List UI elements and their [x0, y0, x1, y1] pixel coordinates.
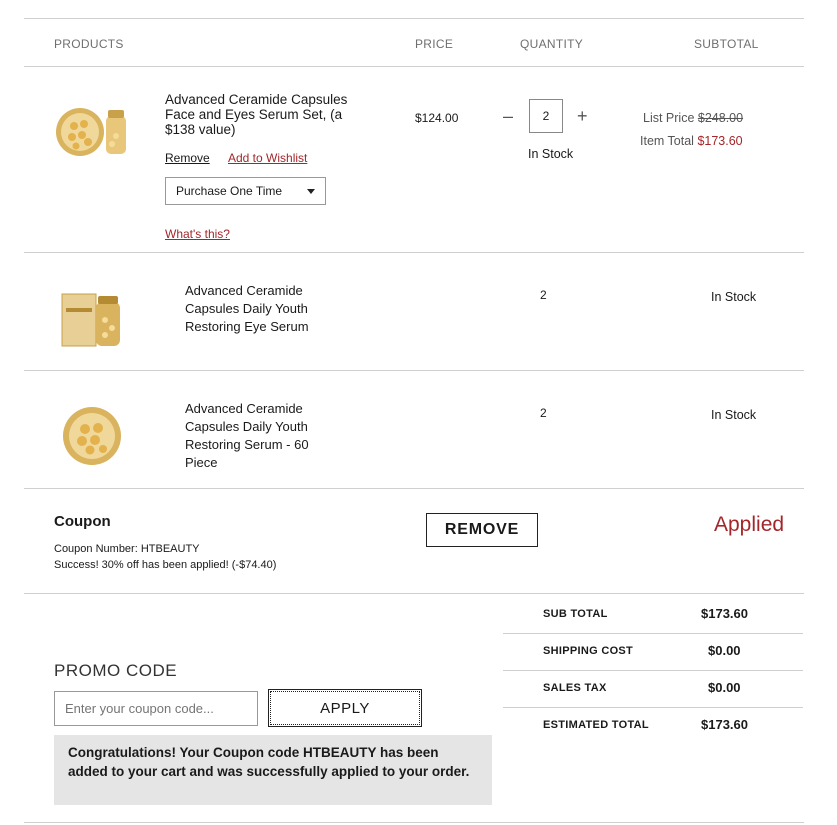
item-quantity: 2 — [540, 406, 547, 420]
summary-value: $173.60 — [701, 717, 748, 732]
add-to-wishlist-link[interactable]: Add to Wishlist — [228, 151, 307, 165]
summary-row-subtotal: SUB TOTAL $173.60 — [503, 596, 803, 633]
promo-title: PROMO CODE — [54, 661, 178, 680]
list-price-value: $248.00 — [697, 111, 744, 125]
header-products: PRODUCTS — [54, 37, 124, 51]
summary-label: SALES TAX — [543, 682, 607, 694]
top-divider — [24, 18, 804, 19]
coupon-success: Success! 30% off has been applied! (-$74… — [54, 559, 277, 571]
apply-button[interactable]: APPLY — [268, 689, 422, 727]
product-image-eye-serum — [58, 288, 126, 350]
row-divider — [24, 252, 804, 253]
header-quantity: QUANTITY — [520, 37, 584, 51]
stock-status: In Stock — [528, 147, 574, 161]
coupon-success-message: Congratulations! Your Coupon code HTBEAU… — [54, 735, 492, 805]
coupon-status: Applied — [714, 513, 785, 536]
coupon-code-input[interactable] — [54, 691, 258, 726]
coupon-number: Coupon Number: HTBEAUTY — [54, 543, 200, 555]
summary-label: SHIPPING COST — [543, 645, 634, 657]
item-name[interactable]: Advanced Ceramide Capsules Daily Youth R… — [185, 400, 335, 472]
summary-label: ESTIMATED TOTAL — [543, 719, 649, 731]
item-name[interactable]: Advanced Ceramide Capsules Face and Eyes… — [165, 92, 370, 137]
section-divider — [24, 593, 804, 594]
minus-icon[interactable]: – — [503, 107, 513, 125]
summary-row-estimated-total: ESTIMATED TOTAL $173.60 — [503, 707, 803, 744]
header-price: PRICE — [415, 37, 454, 51]
list-price-row: List Price $248.00 — [643, 111, 743, 125]
stock-status: In Stock — [711, 408, 757, 422]
row-divider — [24, 370, 804, 371]
item-price: $124.00 — [415, 111, 459, 125]
stock-status: In Stock — [711, 290, 757, 304]
header-subtotal: SUBTOTAL — [694, 37, 759, 51]
plus-icon[interactable]: + — [577, 107, 588, 125]
summary-value: $0.00 — [708, 643, 741, 658]
summary-value: $0.00 — [708, 680, 741, 695]
item-name[interactable]: Advanced Ceramide Capsules Daily Youth R… — [185, 282, 335, 336]
product-image-face-eyes-set[interactable] — [52, 96, 132, 162]
whats-this-link[interactable]: What's this? — [165, 227, 230, 241]
summary-label: SUB TOTAL — [543, 608, 608, 620]
item-total-value: $173.60 — [697, 134, 743, 148]
purchase-option-select[interactable]: Purchase One Time — [165, 177, 326, 205]
bottom-divider — [24, 822, 804, 823]
summary-row-shipping: SHIPPING COST $0.00 — [503, 633, 803, 670]
remove-link[interactable]: Remove — [165, 151, 210, 165]
row-divider — [24, 488, 804, 489]
coupon-title: Coupon — [54, 513, 111, 530]
quantity-input[interactable]: 2 — [529, 99, 563, 133]
item-total-row: Item Total $173.60 — [640, 134, 743, 148]
product-image-daily-serum — [60, 404, 124, 468]
list-price-label: List Price — [643, 111, 695, 125]
remove-coupon-button[interactable]: REMOVE — [426, 513, 538, 547]
header-divider — [24, 66, 804, 67]
caret-down-icon — [307, 189, 315, 194]
item-quantity: 2 — [540, 288, 547, 302]
summary-row-tax: SALES TAX $0.00 — [503, 670, 803, 707]
purchase-option-value: Purchase One Time — [176, 184, 283, 198]
summary-value: $173.60 — [701, 606, 748, 621]
item-total-label: Item Total — [640, 134, 694, 148]
